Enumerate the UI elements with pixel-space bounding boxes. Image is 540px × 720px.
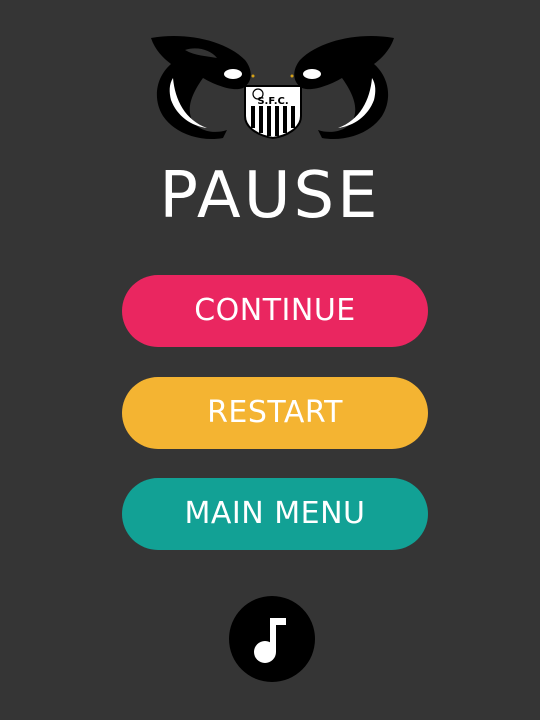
crest-text: S.F.C. <box>257 96 288 107</box>
restart-button[interactable]: RESTART <box>122 377 428 449</box>
club-crest-icon: S.F.C. <box>244 85 302 140</box>
right-orca-icon <box>290 36 394 140</box>
continue-button[interactable]: CONTINUE <box>122 275 428 347</box>
music-toggle-button[interactable] <box>229 596 315 682</box>
main-menu-button[interactable]: MAIN MENU <box>122 478 428 550</box>
orca-logo-icon: S.F.C. <box>151 36 394 140</box>
left-orca-icon <box>151 36 255 140</box>
game-logo: S.F.C. <box>145 30 400 145</box>
pause-title: PAUSE <box>159 159 381 233</box>
music-note-icon <box>254 618 286 663</box>
